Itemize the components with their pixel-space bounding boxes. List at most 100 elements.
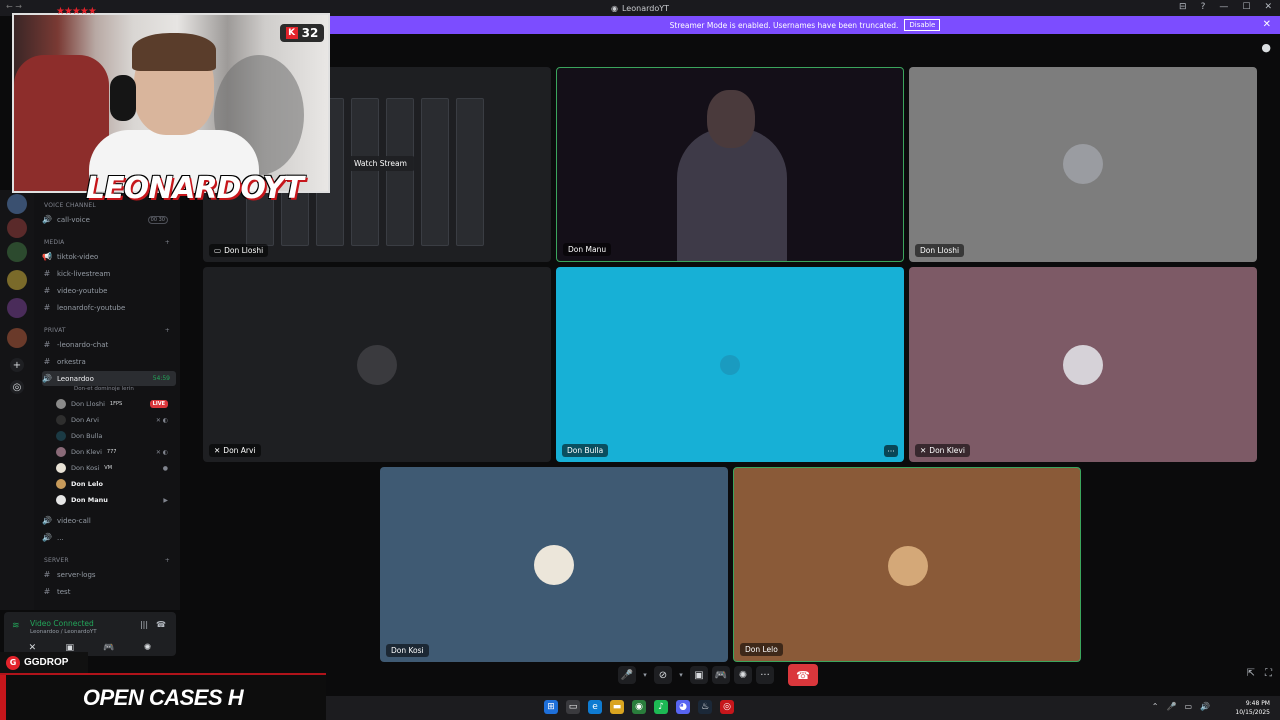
channel-video-youtube[interactable]: # video-youtube: [42, 283, 176, 298]
server-icon[interactable]: [7, 270, 27, 290]
activity-button[interactable]: 🎮: [712, 666, 730, 684]
more-options-button[interactable]: ···: [884, 445, 898, 457]
member-don-lloshi[interactable]: Don Lloshi 1FPS LIVE: [56, 397, 176, 411]
soundboard-button[interactable]: ✺: [734, 666, 752, 684]
channel-orkestra[interactable]: # orkestra: [42, 354, 176, 369]
chrome-icon[interactable]: ◉: [632, 700, 646, 714]
more-button[interactable]: ···: [756, 666, 774, 684]
tile-name-label: ✕ Don Klevi: [915, 444, 970, 457]
steam-icon[interactable]: ♨: [698, 700, 712, 714]
chat-bubble-icon[interactable]: ●: [1261, 41, 1271, 54]
network-icon[interactable]: ▭: [1184, 702, 1192, 711]
channel-test[interactable]: # test: [42, 584, 176, 599]
channel-leonardoo-voice[interactable]: 🔊 Leonardoo 54:59: [42, 371, 176, 386]
member-don-arvi[interactable]: Don Arvi ✕ ◐: [56, 413, 176, 427]
member-don-kosi[interactable]: Don Kosi VM ●: [56, 461, 176, 475]
help-icon[interactable]: ?: [1201, 2, 1206, 12]
channel-label: call-voice: [57, 215, 90, 224]
maximize-button[interactable]: ☐: [1242, 2, 1250, 12]
sponsor-banner: OPEN CASES H: [0, 673, 326, 720]
screen-share-icon: ▭: [214, 246, 222, 255]
tile-don-kosi[interactable]: Don Kosi: [380, 467, 728, 662]
channel-dots[interactable]: 🔊 ...: [42, 530, 176, 545]
channel-video-call[interactable]: 🔊 video-call: [42, 513, 176, 528]
avatar: [56, 399, 66, 409]
hash-icon: #: [43, 357, 51, 366]
minimize-button[interactable]: —: [1219, 2, 1228, 12]
taskbar-clock[interactable]: 9:48 PM 10/15/2025: [1235, 699, 1270, 717]
search-icon[interactable]: ▭: [566, 700, 580, 714]
tile-name-label: ✕ Don Arvi: [209, 444, 261, 457]
close-window-button[interactable]: ✕: [1264, 2, 1272, 12]
microphone-button[interactable]: 🎤: [618, 666, 636, 684]
watch-stream-button[interactable]: Watch Stream: [346, 156, 415, 171]
member-don-manu[interactable]: Don Manu ▶: [56, 493, 176, 507]
avatar: [56, 495, 66, 505]
server-icon[interactable]: [7, 328, 27, 348]
member-name: Don Kosi: [71, 464, 100, 472]
tile-don-arvi[interactable]: ✕ Don Arvi: [203, 267, 551, 462]
channel-kick-livestream[interactable]: # kick-livestream: [42, 266, 176, 281]
taskbar-apps: ⊞ ▭ e ▬ ◉ ♪ ◕ ♨ ◎: [544, 700, 734, 714]
window-title-group: ◉ LeonardoYT: [611, 4, 669, 13]
camera-off-button[interactable]: ⊘: [654, 666, 672, 684]
tile-don-lelo[interactable]: Don Lelo: [733, 467, 1081, 662]
edge-icon[interactable]: e: [588, 700, 602, 714]
volume-icon[interactable]: 🔊: [1200, 702, 1210, 711]
avatar: [1063, 345, 1103, 385]
channel-server-logs[interactable]: # server-logs: [42, 567, 176, 582]
tile-don-lloshi[interactable]: Don Lloshi: [909, 67, 1257, 262]
tile-don-klevi[interactable]: ✕ Don Klevi: [909, 267, 1257, 462]
tile-don-manu[interactable]: Don Manu: [556, 67, 904, 262]
activity-icon[interactable]: 🎮: [103, 643, 114, 653]
server-rail: + ◎: [0, 190, 34, 610]
avatar: [888, 546, 928, 586]
start-icon[interactable]: ⊞: [544, 700, 558, 714]
chevron-down-icon[interactable]: ▾: [676, 666, 686, 684]
popout-icon[interactable]: ⇱: [1247, 668, 1255, 679]
disconnect-icon[interactable]: ☎: [156, 620, 166, 629]
muted-icon: ✕ ◐: [155, 416, 168, 424]
screen-share-button[interactable]: ▣: [690, 666, 708, 684]
fullscreen-icon[interactable]: ⛶: [1265, 668, 1272, 679]
nav-arrows[interactable]: ← →: [6, 2, 22, 11]
sponsor-name: GGDROP: [24, 657, 69, 668]
obs-icon[interactable]: ◎: [720, 700, 734, 714]
tile-don-bulla[interactable]: Don Bulla ···: [556, 267, 904, 462]
member-don-klevi[interactable]: Don Klevi 777 ✕ ◐: [56, 445, 176, 459]
chevron-down-icon[interactable]: ▾: [640, 666, 650, 684]
voice-status-title: Video Connected: [30, 619, 94, 628]
voice-status-subtitle[interactable]: Leonardoo / LeonardoYT: [30, 629, 97, 635]
member-don-bulla[interactable]: Don Bulla: [56, 429, 176, 443]
disconnect-button[interactable]: ☎: [788, 664, 818, 686]
chevron-up-icon[interactable]: ⌃: [1152, 702, 1159, 711]
spotify-icon[interactable]: ♪: [654, 700, 668, 714]
category-media[interactable]: MEDIA +: [44, 239, 170, 246]
user-limit-badge: 00 30: [147, 215, 168, 224]
mic-tray-icon[interactable]: 🎤: [1167, 702, 1177, 711]
channel-call-voice[interactable]: 🔊 call-voice 00 30: [42, 212, 176, 227]
noise-suppression-icon[interactable]: |||: [140, 620, 148, 629]
hash-icon: #: [43, 587, 51, 596]
inbox-icon[interactable]: ⊟: [1179, 2, 1187, 12]
signal-icon[interactable]: ≋: [12, 621, 20, 631]
discord-taskbar-icon[interactable]: ◕: [676, 700, 690, 714]
disable-button[interactable]: Disable: [904, 19, 941, 31]
discover-icon[interactable]: ◎: [10, 380, 24, 394]
kick-logo-icon: K: [285, 27, 298, 39]
windows-taskbar: ⊞ ▭ e ▬ ◉ ♪ ◕ ♨ ◎ ⌃ 🎤 ▭ 🔊 9:48 PM 10/15/…: [326, 696, 1280, 720]
server-icon[interactable]: [7, 242, 27, 262]
file-explorer-icon[interactable]: ▬: [610, 700, 624, 714]
channel-tiktok-video[interactable]: 📢 tiktok-video: [42, 249, 176, 264]
add-server-icon[interactable]: +: [10, 358, 24, 372]
category-server[interactable]: server +: [44, 557, 170, 564]
banner-close-icon[interactable]: ✕: [1263, 19, 1271, 30]
soundboard-icon[interactable]: ✺: [144, 643, 152, 653]
member-don-lelo[interactable]: Don Lelo: [56, 477, 176, 491]
server-icon[interactable]: [7, 298, 27, 318]
server-icon[interactable]: [7, 194, 27, 214]
channel-leonardofc-youtube[interactable]: # leonardofc-youtube: [42, 300, 176, 315]
category-privat[interactable]: PRIVAT +: [44, 327, 170, 334]
server-icon[interactable]: [7, 218, 27, 238]
channel-leonardo-chat[interactable]: # -leonardo-chat: [42, 337, 176, 352]
